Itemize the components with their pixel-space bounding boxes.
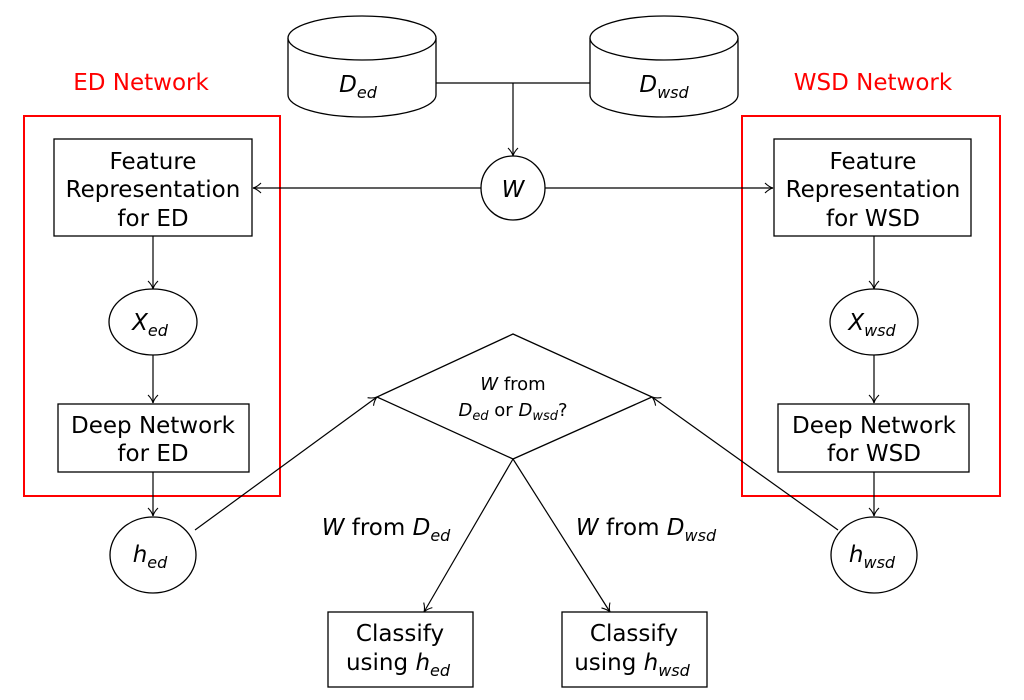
ed-feature-line1: Feature xyxy=(110,149,197,175)
wsd-network-title: WSD Network xyxy=(794,70,953,96)
wsd-feature-line3: for WSD xyxy=(826,206,920,232)
ed-deep-line2: for ED xyxy=(117,441,188,467)
dataset-ed-cylinder: Ded xyxy=(287,15,437,118)
wsd-feature-line2: Representation xyxy=(786,177,961,203)
wsd-feature-line1: Feature xyxy=(830,149,917,175)
ed-feature-line2: Representation xyxy=(66,177,241,203)
branch-right-label: W from Dwsd xyxy=(576,515,717,545)
diagram: ED Network WSD Network Ded Dwsd W Featur… xyxy=(0,0,1024,700)
wsd-deep-line1: Deep Network xyxy=(792,413,957,439)
classify-wsd-line1: Classify xyxy=(590,621,678,647)
ed-feature-line3: for ED xyxy=(117,206,188,232)
ed-network-title: ED Network xyxy=(73,70,209,96)
dataset-wsd-cylinder: Dwsd xyxy=(589,15,739,118)
branch-left-label: W from Ded xyxy=(322,515,451,545)
ed-deep-line1: Deep Network xyxy=(71,413,236,439)
w-node-label: W xyxy=(502,177,526,203)
diagram-canvas: ED Network WSD Network Ded Dwsd W Featur… xyxy=(23,15,1001,688)
classify-ed-line1: Classify xyxy=(356,621,444,647)
decision-line1: W from xyxy=(480,374,545,395)
wsd-deep-line2: for WSD xyxy=(827,441,921,467)
decision-diamond xyxy=(375,333,654,460)
